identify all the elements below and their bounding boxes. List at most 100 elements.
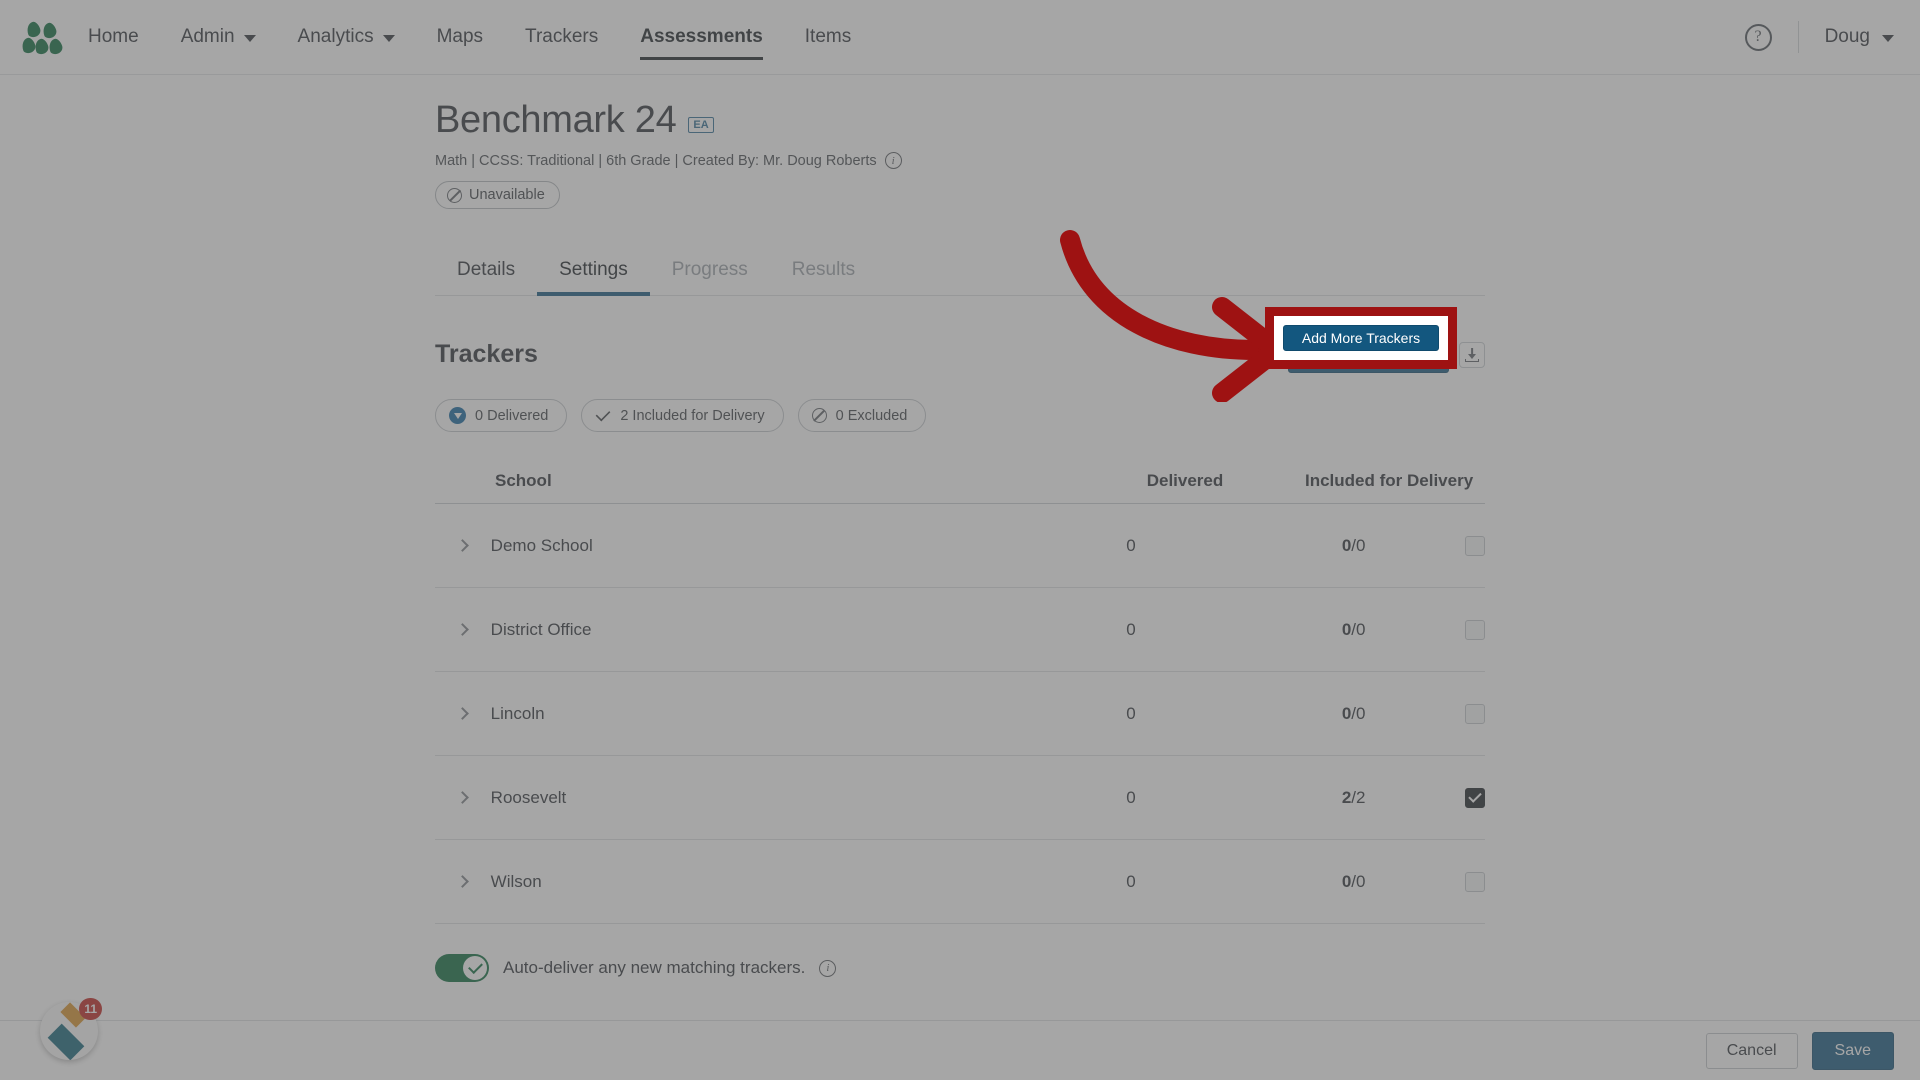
row-checkbox[interactable] xyxy=(1465,619,1485,640)
main-content: Benchmark 24 EA Math | CCSS: Traditional… xyxy=(0,75,1920,1020)
expand-row-toggle[interactable] xyxy=(435,707,491,720)
table-row[interactable]: Lincoln 0 0/0 xyxy=(435,672,1485,756)
cell-school: Roosevelt xyxy=(490,787,567,807)
cell-included-num: 0 xyxy=(1341,703,1352,723)
cell-delivered: 0 xyxy=(1126,787,1136,807)
info-icon[interactable]: i xyxy=(819,959,837,977)
nav-right-group: ? Doug xyxy=(1744,21,1894,53)
nav-item-assessments[interactable]: Assessments xyxy=(640,0,763,74)
nav-item-trackers[interactable]: Trackers xyxy=(525,0,598,74)
expand-row-toggle[interactable] xyxy=(435,791,491,804)
chevron-right-icon xyxy=(456,623,470,636)
tab-results: Results xyxy=(770,251,877,295)
download-circle-icon xyxy=(449,407,466,424)
trackers-section-title: Trackers xyxy=(435,340,538,368)
expand-row-toggle[interactable] xyxy=(435,539,491,552)
tab-label: Results xyxy=(791,259,856,280)
cell-checkbox-wrap xyxy=(1465,703,1485,724)
trackers-header-actions: Add More Trackers xyxy=(1288,336,1485,373)
cell-included-den: /0 xyxy=(1351,535,1366,555)
tab-label: Progress xyxy=(671,259,748,280)
nav-item-home[interactable]: Home xyxy=(88,0,139,74)
page-subtitle: Math | CCSS: Traditional | 6th Grade | C… xyxy=(435,152,1485,169)
chevron-down-icon xyxy=(382,35,395,42)
toggle-knob-check-icon xyxy=(463,956,487,980)
table-row[interactable]: Roosevelt 0 2/2 xyxy=(435,756,1485,840)
nav-label: Admin xyxy=(180,26,235,47)
auto-deliver-row: Auto-deliver any new matching trackers. … xyxy=(435,954,1485,982)
auto-deliver-toggle[interactable] xyxy=(435,954,489,982)
nav-item-analytics[interactable]: Analytics xyxy=(298,0,395,74)
expand-row-toggle[interactable] xyxy=(435,875,491,888)
add-more-trackers-button[interactable]: Add More Trackers xyxy=(1288,336,1449,373)
tab-settings[interactable]: Settings xyxy=(537,251,650,296)
cell-checkbox-wrap xyxy=(1465,787,1485,808)
nav-label: Home xyxy=(88,26,139,47)
cell-school: Demo School xyxy=(490,535,593,555)
cell-included: 0/0 xyxy=(1242,872,1465,892)
page-inner: Benchmark 24 EA Math | CCSS: Traditional… xyxy=(435,75,1485,1020)
table-row[interactable]: District Office 0 0/0 xyxy=(435,588,1485,672)
cell-delivered: 0 xyxy=(1126,619,1136,639)
cell-delivered: 0 xyxy=(1126,535,1136,555)
status-badge: Unavailable xyxy=(435,181,560,209)
page-title: Benchmark 24 xyxy=(435,99,677,141)
expand-row-toggle[interactable] xyxy=(435,623,491,636)
cell-included-den: /0 xyxy=(1351,703,1366,723)
cell-included-den: /2 xyxy=(1351,787,1366,807)
question-mark-icon[interactable]: ? xyxy=(1744,23,1772,51)
table-row[interactable]: Demo School 0 0/0 xyxy=(435,504,1485,588)
chip-label: 0 Excluded xyxy=(835,407,908,424)
chip-delivered[interactable]: 0 Delivered xyxy=(435,399,568,432)
chip-excluded[interactable]: 0 Excluded xyxy=(797,399,927,432)
cell-school: District Office xyxy=(490,619,592,639)
chevron-right-icon xyxy=(456,707,470,720)
no-entry-icon xyxy=(447,187,462,203)
page-title-row: Benchmark 24 EA xyxy=(435,99,1485,142)
export-download-icon[interactable] xyxy=(1459,341,1485,368)
cell-school: Lincoln xyxy=(490,703,545,723)
user-menu[interactable]: Doug xyxy=(1825,26,1894,48)
cell-included: 0/0 xyxy=(1242,536,1465,556)
illuminate-logo-icon[interactable] xyxy=(20,20,64,56)
chat-widget[interactable]: 11 xyxy=(40,998,102,1060)
save-button[interactable]: Save xyxy=(1811,1031,1894,1070)
row-checkbox[interactable] xyxy=(1465,703,1485,724)
row-checkbox[interactable] xyxy=(1465,535,1485,556)
chip-included-for-delivery[interactable]: 2 Included for Delivery xyxy=(581,399,784,432)
cell-included-num: 0 xyxy=(1341,871,1352,891)
info-icon[interactable]: i xyxy=(884,152,902,169)
auto-deliver-label: Auto-deliver any new matching trackers. xyxy=(503,958,806,977)
tab-details[interactable]: Details xyxy=(435,251,537,295)
no-entry-icon xyxy=(811,408,827,423)
bottom-action-bar: Cancel Save xyxy=(0,1020,1920,1080)
cancel-button[interactable]: Cancel xyxy=(1705,1032,1798,1069)
nav-item-items[interactable]: Items xyxy=(805,0,851,74)
chevron-down-icon xyxy=(243,35,256,42)
cell-included-num: 0 xyxy=(1341,535,1352,555)
nav-item-maps[interactable]: Maps xyxy=(437,0,483,74)
chip-label: 2 Included for Delivery xyxy=(620,407,765,424)
table-row[interactable]: Wilson 0 0/0 xyxy=(435,840,1485,924)
tab-label: Details xyxy=(457,259,516,280)
trackers-table: School Delivered Included for Delivery D… xyxy=(435,458,1485,924)
nav-label: Items xyxy=(804,26,852,47)
app-root: Home Admin Analytics Maps Trackers Asses… xyxy=(0,0,1920,1080)
nav-label: Trackers xyxy=(525,26,599,47)
chat-unread-badge: 11 xyxy=(79,998,102,1020)
nav-label: Maps xyxy=(436,26,484,47)
nav-item-admin[interactable]: Admin xyxy=(181,0,256,74)
cell-included-num: 2 xyxy=(1341,787,1352,807)
cell-included: 0/0 xyxy=(1242,704,1465,724)
row-checkbox[interactable] xyxy=(1465,787,1485,808)
cell-checkbox-wrap xyxy=(1465,871,1485,892)
row-checkbox[interactable] xyxy=(1465,871,1485,892)
tab-progress: Progress xyxy=(650,251,770,295)
column-header-delivered: Delivered xyxy=(1146,470,1224,490)
cell-included: 2/2 xyxy=(1242,788,1465,808)
ea-badge: EA xyxy=(688,116,714,133)
nav-label: Analytics xyxy=(297,26,374,47)
chip-label: 0 Delivered xyxy=(475,407,549,424)
chevron-right-icon xyxy=(456,539,470,552)
cell-included-num: 0 xyxy=(1341,619,1352,639)
